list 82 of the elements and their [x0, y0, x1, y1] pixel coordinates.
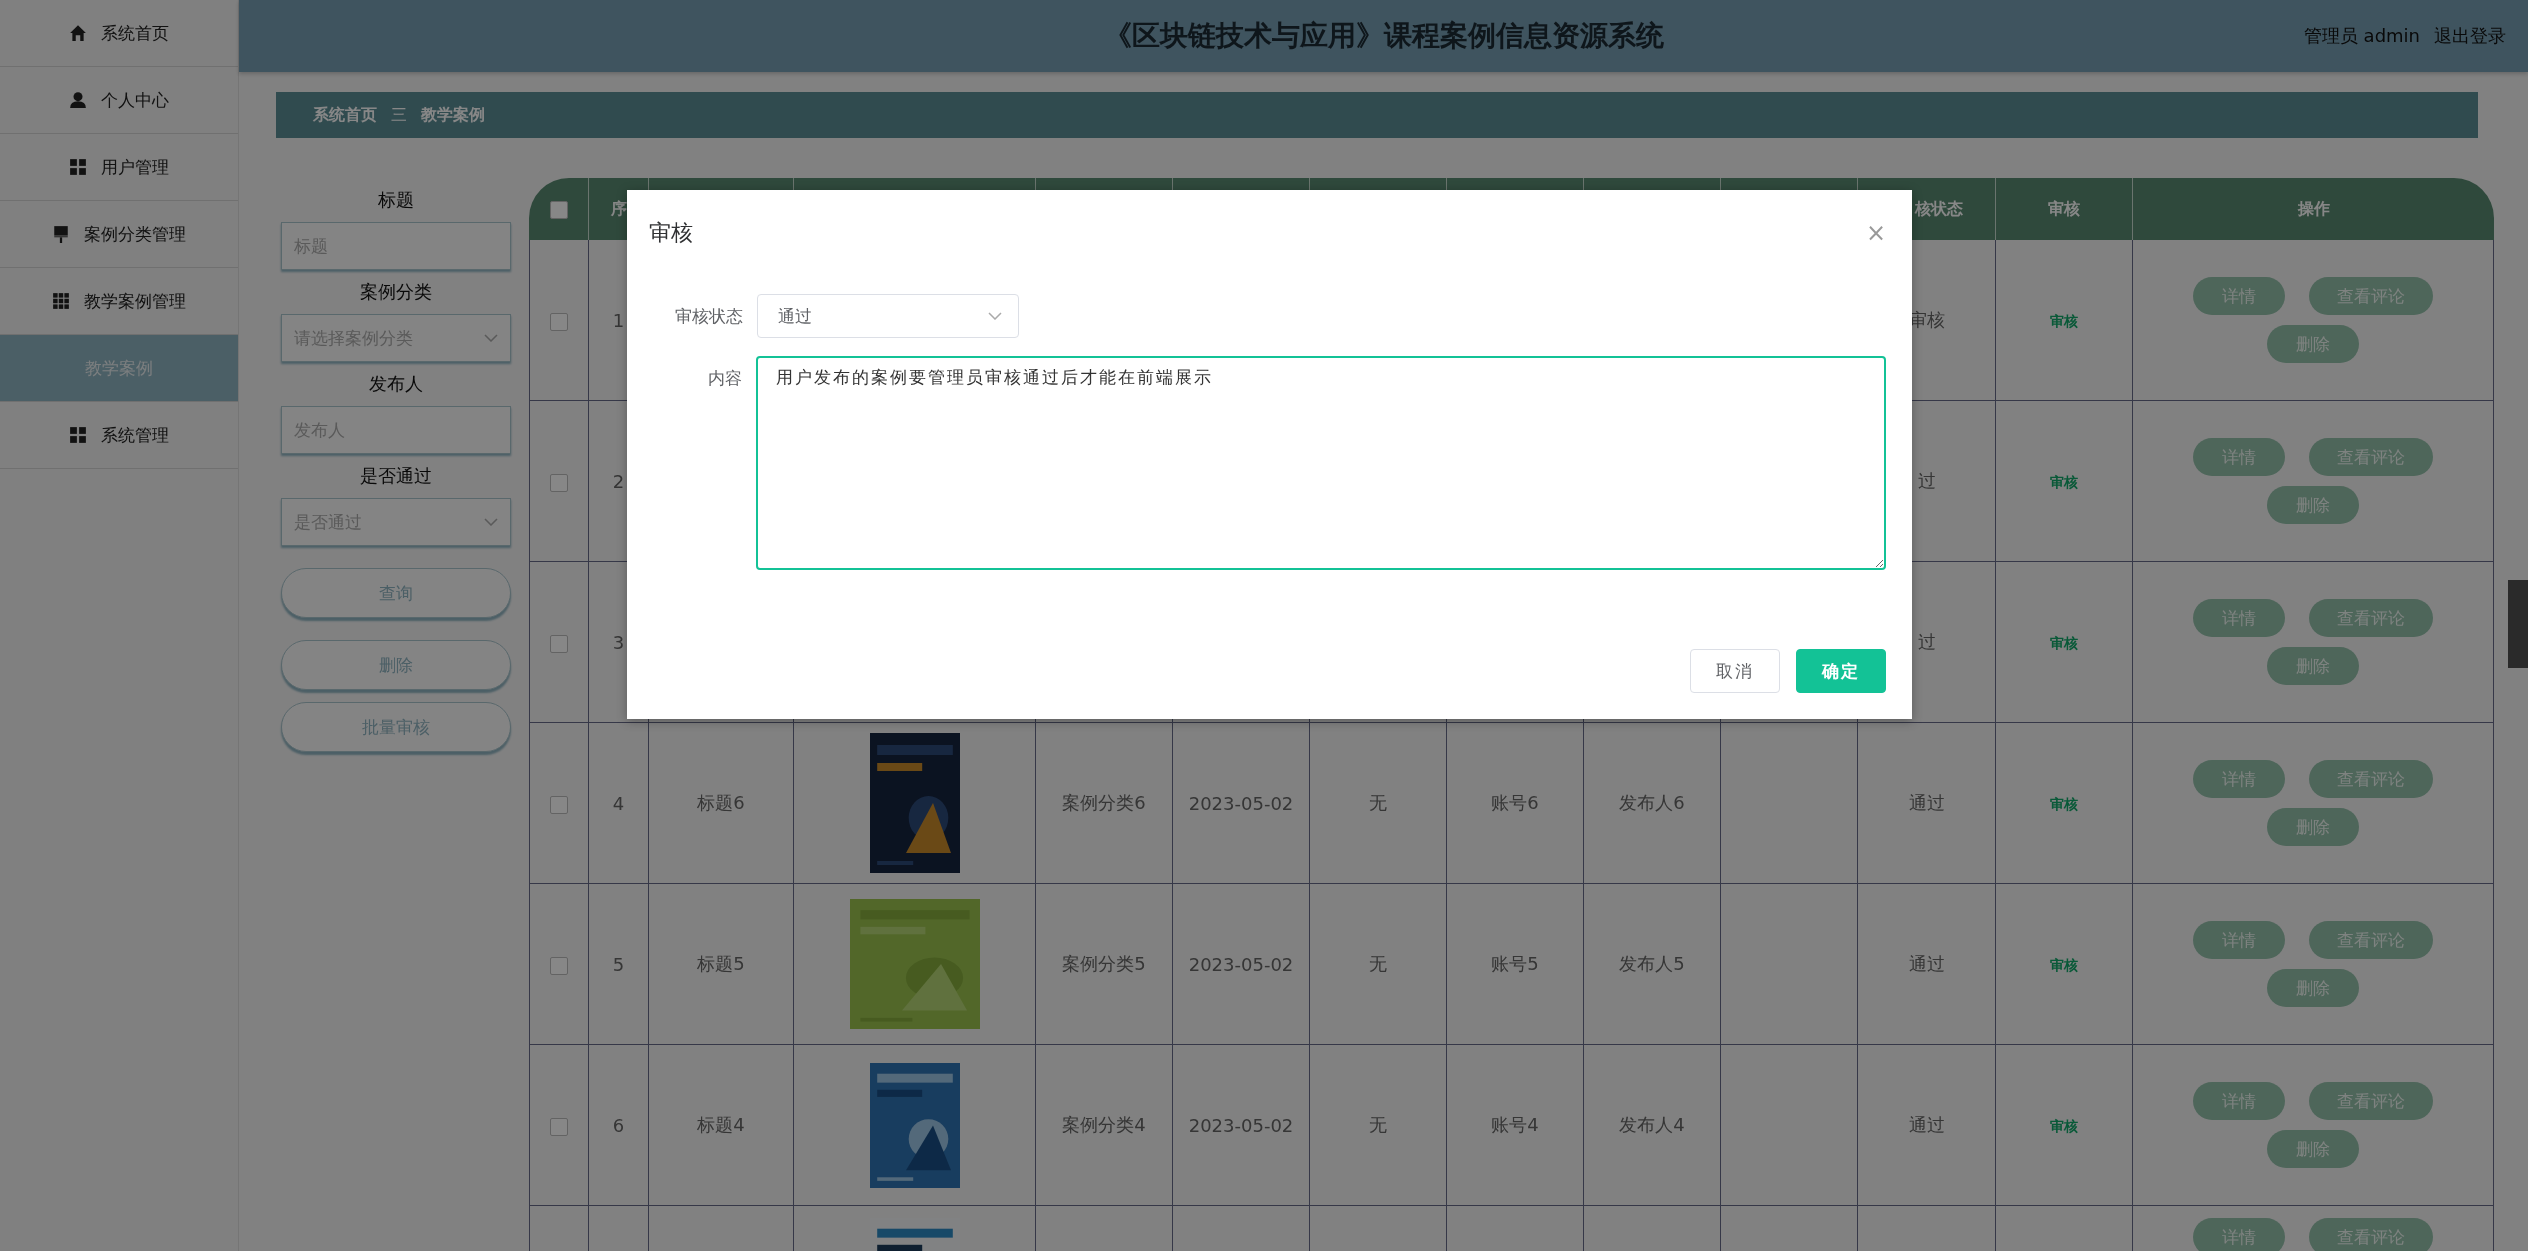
sidebar-item[interactable]: 用户管理: [0, 134, 238, 201]
stamp-icon: [52, 225, 70, 243]
category-cell: 案例分类5: [1062, 953, 1146, 974]
app-title: 《区块链技术与应用》课程案例信息资源系统: [1103, 18, 1664, 54]
grid-icon: [52, 292, 70, 310]
row-checkbox[interactable]: [550, 312, 568, 331]
content-textarea[interactable]: 用户发布的案例要管理员审核通过后才能在前端展示: [756, 356, 1886, 570]
breadcrumb-separator: 三: [391, 104, 407, 126]
row-number: 1: [612, 309, 625, 331]
row-checkbox[interactable]: [550, 795, 568, 814]
sidebar-item[interactable]: 系统管理: [0, 402, 238, 469]
sidebar-item[interactable]: 个人中心: [0, 67, 238, 134]
review-link[interactable]: 审核: [2050, 796, 2078, 812]
column-header: 序: [610, 198, 627, 218]
side-tab[interactable]: [2508, 580, 2528, 668]
row-number: 4: [612, 792, 625, 814]
review-link[interactable]: 审核: [2050, 635, 2078, 651]
select-all-checkbox[interactable]: [549, 200, 568, 219]
user-icon: [69, 91, 87, 109]
row-number: 3: [612, 631, 625, 653]
table-cell: 无: [1369, 792, 1387, 813]
status-cell: 通过: [1908, 1114, 1945, 1135]
field-label: 审核状态: [674, 305, 743, 328]
publisher-cell: 发布人5: [1619, 953, 1685, 974]
table-cell: 无: [1369, 1114, 1387, 1135]
row-checkbox[interactable]: [550, 634, 568, 653]
category-cell: 案例分类6: [1062, 792, 1146, 813]
account-cell: 账号5: [1491, 953, 1539, 974]
title-cell: 标题5: [697, 953, 745, 974]
review-link[interactable]: 审核: [2050, 474, 2078, 490]
close-button[interactable]: ×: [1865, 219, 1886, 247]
title-cell: 标题4: [697, 1114, 745, 1135]
grid-icon: [69, 158, 87, 176]
logout-link[interactable]: 退出登录: [2434, 24, 2506, 48]
row-checkbox[interactable]: [550, 1117, 568, 1136]
row-number: 2: [612, 470, 625, 492]
dialog-title: 审核: [649, 219, 693, 247]
status-cell: 通过: [1908, 953, 1945, 974]
filter-button[interactable]: 删除: [281, 640, 511, 690]
review-link[interactable]: 审核: [2050, 313, 2078, 329]
home-icon: [69, 24, 87, 42]
row-checkbox[interactable]: [550, 956, 568, 975]
category-cell: 案例分类4: [1062, 1114, 1146, 1135]
column-header: 操作: [2297, 198, 2330, 218]
grid-icon: [69, 426, 87, 444]
publisher-cell: 发布人4: [1619, 1114, 1685, 1135]
confirm-button[interactable]: 确定: [1796, 649, 1886, 693]
account-cell: 账号4: [1491, 1114, 1539, 1135]
status-cell: 通过: [1908, 792, 1945, 813]
account-cell: 账号6: [1491, 792, 1539, 813]
row-number: 6: [612, 1114, 625, 1136]
status-cell: 过: [1917, 470, 1936, 491]
review-link[interactable]: 审核: [2050, 1118, 2078, 1134]
cancel-button[interactable]: 取消: [1690, 649, 1780, 693]
row-number: 5: [612, 953, 625, 975]
title-cell: 标题6: [697, 792, 745, 813]
publisher-cell: 发布人6: [1619, 792, 1685, 813]
filter-label: 案例分类: [359, 280, 433, 304]
filter-button[interactable]: 查询: [281, 568, 511, 618]
chevron-down-icon: [484, 518, 498, 526]
table-cell: 无: [1369, 953, 1387, 974]
sidebar-item[interactable]: 系统首页: [0, 0, 238, 67]
field-label: 内容: [707, 367, 743, 390]
row-checkbox[interactable]: [550, 473, 568, 492]
filter-label: 是否通过: [359, 464, 433, 488]
column-header: 核状态: [1915, 198, 1963, 218]
user-name: 管理员 admin: [2303, 24, 2420, 48]
filter-button[interactable]: 批量审核: [281, 702, 511, 752]
chevron-down-icon: [988, 312, 1002, 320]
column-header: 审核: [2048, 198, 2080, 218]
review-link[interactable]: 审核: [2050, 957, 2078, 973]
date-cell: 2023-05-02: [1188, 1114, 1294, 1136]
chevron-down-icon: [484, 334, 498, 342]
sidebar-item[interactable]: 案例分类管理: [0, 201, 238, 268]
status-select[interactable]: 通过: [757, 294, 1019, 338]
filter-label: 标题: [377, 188, 415, 212]
status-cell: 过: [1917, 631, 1936, 652]
breadcrumb-current: 教学案例: [421, 104, 485, 126]
date-cell: 2023-05-02: [1188, 792, 1294, 814]
date-cell: 2023-05-02: [1188, 953, 1294, 975]
filter-label: 发布人: [368, 372, 424, 396]
breadcrumb-link[interactable]: 系统首页: [313, 104, 377, 126]
